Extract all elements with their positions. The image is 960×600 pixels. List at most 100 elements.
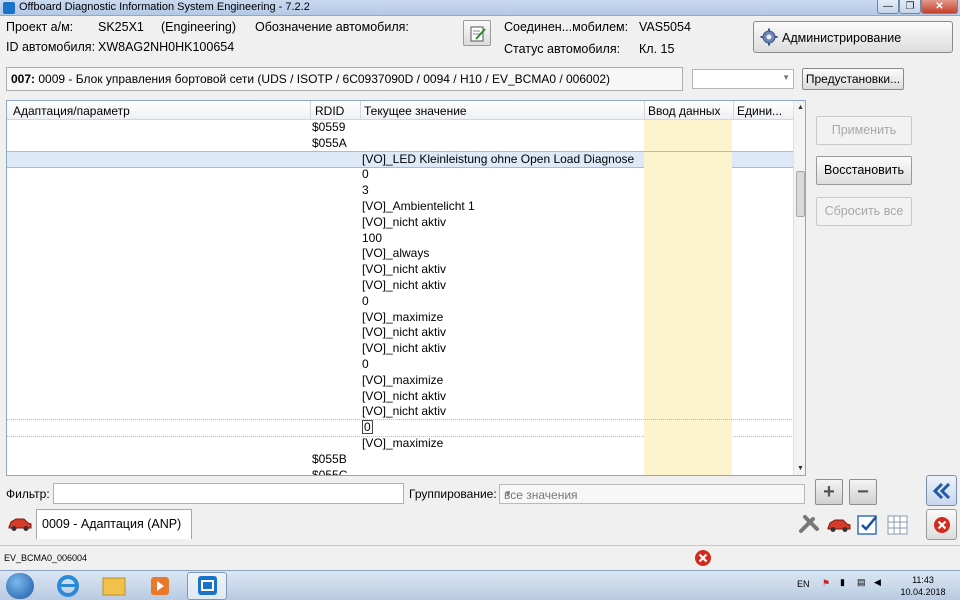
table-row[interactable]: ▷[VO]_Leuchte11WARNBLK TASTERC54$055B	[7, 451, 793, 468]
close-button[interactable]: ✕	[921, 0, 958, 14]
row-data-input[interactable]	[644, 467, 732, 475]
row-data-input[interactable]	[644, 404, 732, 421]
table-row[interactable]: [LO]_Light_Function_A_10[VO]_Ambientelic…	[7, 198, 793, 215]
network-icon[interactable]: ▤	[857, 577, 866, 588]
table-row[interactable]: [LO]_Light_Function_D_10[VO]_nicht aktiv	[7, 277, 793, 294]
table-row[interactable]: [LO]_Dimming_Direction_GH_10[VO]_maximiz…	[7, 435, 793, 452]
language-indicator[interactable]: EN	[797, 579, 810, 589]
table-row[interactable]: [LO]_Fehlerort_mittleres_Byte_DTC-DFCC_1…	[7, 183, 793, 199]
row-data-input[interactable]	[644, 356, 732, 373]
row-data-input[interactable]	[644, 341, 732, 357]
row-data-input[interactable]	[644, 262, 732, 278]
restore-button[interactable]: Восстановить	[816, 156, 912, 185]
row-data-input[interactable]	[644, 372, 732, 389]
row-data-input[interactable]	[644, 230, 732, 247]
table-row[interactable]: [LO]_Light_Function_F_10[VO]_nicht aktiv	[7, 341, 793, 357]
scroll-down-icon[interactable]: ▼	[794, 462, 805, 475]
row-data-input[interactable]	[644, 325, 732, 342]
row-data-input[interactable]	[644, 135, 732, 152]
row-current-value: [VO]_LED Kleinleistung ohne Open Load Di…	[362, 151, 635, 166]
scroll-thumb[interactable]	[796, 171, 805, 217]
apply-button[interactable]: Применить	[816, 116, 912, 145]
stop-button[interactable]	[926, 509, 957, 540]
table-row[interactable]: [LO]_Dimming_AB_10100	[7, 230, 793, 247]
ecu-description: 0009 - Блок управления бортовой сети (UD…	[38, 72, 611, 86]
table-row[interactable]: [LO]_Light_Control_HD_AB_10[VO]_always	[7, 246, 793, 263]
row-data-input[interactable]	[644, 214, 732, 231]
minimize-button[interactable]: —	[877, 0, 899, 14]
row-data-input[interactable]	[644, 277, 732, 294]
start-button[interactable]	[6, 573, 34, 599]
car-diagnostic-icon[interactable]	[826, 516, 852, 534]
table-row[interactable]: [LO]_Dimming_Direction_EF_10[VO]_maximiz…	[7, 372, 793, 389]
filter-input[interactable]	[53, 483, 404, 504]
explorer-folder-icon[interactable]	[94, 572, 134, 600]
table-row[interactable]: [LO]_Light_Function_B_10[VO]_nicht aktiv	[7, 214, 793, 231]
row-data-input[interactable]	[644, 198, 732, 215]
checklist-icon[interactable]	[856, 513, 880, 537]
error-icon[interactable]	[694, 549, 712, 567]
expand-all-button[interactable]: +	[815, 479, 843, 505]
group-dropdown[interactable]: все значения ▼	[499, 484, 805, 504]
row-data-input[interactable]	[644, 451, 732, 468]
ecu-dropdown[interactable]: ▼	[692, 69, 794, 89]
reset-all-button[interactable]: Сбросить все	[816, 197, 912, 226]
row-data-input[interactable]	[644, 309, 732, 326]
column-header-unit[interactable]: Едини...	[737, 104, 782, 118]
table-row[interactable]: ▷[VO]_Leuchte12NI LR40$055C	[7, 467, 793, 476]
table-row[interactable]: [LO]_Dimming_CD_100	[7, 293, 793, 310]
ecu-text: 007: 0009 - Блок управления бортовой сет…	[11, 72, 610, 86]
row-current-value: [VO]_nicht aktiv	[362, 214, 447, 229]
tab-adaptation[interactable]: 0009 - Адаптация (ANP)	[36, 509, 192, 539]
row-data-input[interactable]	[644, 435, 732, 452]
back-button[interactable]	[926, 475, 957, 506]
car-icon[interactable]	[7, 516, 33, 532]
edit-vehicle-button[interactable]	[463, 20, 491, 46]
row-data-input[interactable]	[644, 388, 732, 405]
administration-button[interactable]: Администрирование	[753, 21, 953, 53]
column-header-name[interactable]: Адаптация/параметр	[13, 104, 130, 118]
value-edit-box[interactable]: 0	[362, 420, 373, 435]
row-data-input[interactable]	[644, 246, 732, 263]
table-row[interactable]: [LO]_Dimming_Direction_CD_10[VO]_maximiz…	[7, 309, 793, 326]
row-data-input[interactable]	[644, 151, 732, 168]
row-data-input[interactable]	[644, 183, 732, 199]
maximize-button[interactable]: ❐	[899, 0, 921, 14]
ie-icon[interactable]	[48, 572, 88, 600]
table-row[interactable]: [LO]_Light_Function_H_10[VO]_nicht aktiv	[7, 404, 793, 421]
table-row[interactable]: [LO]_Dimming_EF_100	[7, 356, 793, 373]
disconnect-tools-icon[interactable]	[797, 513, 821, 537]
grid-scrollbar[interactable]: ▲ ▼	[793, 101, 805, 475]
table-row[interactable]: [LO]_Lampendefektbit_Position_100	[7, 167, 793, 184]
flag-icon[interactable]: ⚑	[822, 578, 830, 589]
table-row[interactable]: [LO]_Type_Of_Load_10[VO]_LED Kleinleistu…	[7, 150, 794, 169]
battery-icon[interactable]: ▮	[840, 577, 845, 588]
taskbar-clock[interactable]: 11:43 10.04.2018	[898, 574, 948, 598]
column-header-input[interactable]: Ввод данных	[648, 104, 721, 118]
table-row[interactable]: ▷[VO]_Leuchte9FL RB7$0559	[7, 120, 793, 136]
collapse-all-button[interactable]: −	[849, 479, 877, 505]
presets-button[interactable]: Предустановки...	[802, 68, 904, 90]
table-row[interactable]: [LO]_Light_Function_G_10[VO]_nicht aktiv	[7, 388, 793, 405]
row-rdid: $055C	[312, 467, 348, 476]
taskbar: EN ⚑ ▮ ▤ ◀ 11:43 10.04.2018	[0, 570, 960, 600]
row-data-input[interactable]	[644, 167, 732, 184]
row-rdid: $055B	[312, 451, 347, 466]
project-label: Проект а/м:	[6, 20, 74, 34]
table-row[interactable]: [LO]_Light_Function_C_10[VO]_nicht aktiv	[7, 262, 793, 278]
odis-app-icon[interactable]	[187, 572, 227, 600]
table-row[interactable]: [LO]_Dimming_GH_100	[7, 419, 794, 437]
table-grid-icon[interactable]	[886, 513, 910, 537]
row-data-input[interactable]	[644, 420, 732, 436]
column-header-rdid[interactable]: RDID	[315, 104, 344, 118]
table-row[interactable]: ◢[VO]_Leuchte10SHUTTER LRB45$055A	[7, 135, 793, 152]
table-row[interactable]: [LO]_Light_Function_E_10[VO]_nicht aktiv	[7, 325, 793, 342]
column-header-value[interactable]: Текущее значение	[364, 104, 467, 118]
row-data-input[interactable]	[644, 293, 732, 310]
volume-icon[interactable]: ◀	[874, 577, 881, 588]
row-data-input[interactable]	[644, 120, 732, 136]
project-mode: (Engineering)	[161, 20, 237, 34]
media-player-icon[interactable]	[140, 572, 180, 600]
row-current-value: [VO]_nicht aktiv	[362, 341, 447, 356]
scroll-up-icon[interactable]: ▲	[794, 101, 805, 114]
